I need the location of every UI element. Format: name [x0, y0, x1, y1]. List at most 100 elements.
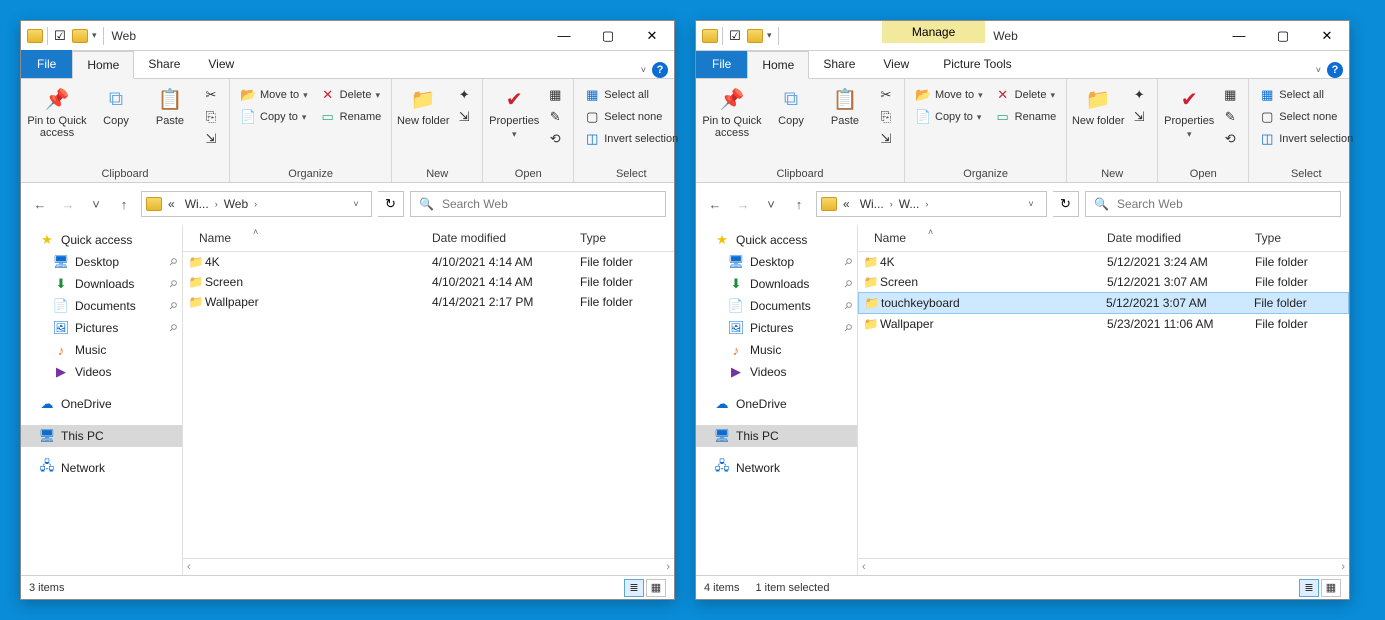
- thumbnails-view-button[interactable]: ▦: [646, 579, 666, 597]
- details-view-button[interactable]: ≣: [1299, 579, 1319, 597]
- sidebar-network[interactable]: 🖧Network: [696, 457, 857, 479]
- paste-button[interactable]: 📋 Paste: [818, 83, 872, 127]
- properties-button[interactable]: ✔ Properties ▾: [1162, 83, 1216, 140]
- list-item[interactable]: 📁Wallpaper5/23/2021 11:06 AMFile folder: [858, 314, 1349, 334]
- copy-button[interactable]: ⧉ Copy: [764, 83, 818, 127]
- copy-path-button[interactable]: ⎘: [874, 107, 898, 127]
- search-input[interactable]: 🔍 Search Web: [1085, 191, 1341, 217]
- tab-view[interactable]: View: [869, 50, 923, 78]
- history-button[interactable]: ⟲: [1218, 129, 1242, 149]
- col-name[interactable]: Name: [862, 231, 1107, 245]
- col-type[interactable]: Type: [1255, 231, 1345, 245]
- qat-new-folder-icon[interactable]: [747, 29, 763, 43]
- sidebar-item-downloads[interactable]: ⬇Downloads⚲: [696, 273, 857, 295]
- rename-button[interactable]: ▭Rename: [991, 107, 1061, 127]
- address-bar[interactable]: « Wi... › Web › ˅: [141, 191, 372, 217]
- qat-customize-icon[interactable]: ▾: [92, 30, 97, 41]
- paste-shortcut-button[interactable]: ⇲: [874, 129, 898, 149]
- sidebar-network[interactable]: 🖧Network: [21, 457, 182, 479]
- sidebar-item-videos[interactable]: ▶Videos: [21, 361, 182, 383]
- tab-view[interactable]: View: [194, 50, 248, 78]
- tab-file[interactable]: File: [696, 50, 747, 78]
- history-dropdown[interactable]: ˅: [760, 193, 782, 215]
- list-item[interactable]: 📁Screen4/10/2021 4:14 AMFile folder: [183, 272, 674, 292]
- thumbnails-view-button[interactable]: ▦: [1321, 579, 1341, 597]
- sidebar-item-downloads[interactable]: ⬇Downloads⚲: [21, 273, 182, 295]
- copy-button[interactable]: ⧉ Copy: [89, 83, 143, 127]
- tab-file[interactable]: File: [21, 50, 72, 78]
- details-view-button[interactable]: ≣: [624, 579, 644, 597]
- history-dropdown[interactable]: ˅: [85, 193, 107, 215]
- select-none-button[interactable]: ▢Select none: [1255, 107, 1357, 127]
- ribbon-collapse-icon[interactable]: ˅: [641, 65, 646, 75]
- sidebar-item-documents[interactable]: 📄Documents⚲: [696, 295, 857, 317]
- close-button[interactable]: ✕: [630, 22, 674, 50]
- list-item[interactable]: 📁4K5/12/2021 3:24 AMFile folder: [858, 252, 1349, 272]
- copy-to-button[interactable]: 📄Copy to▾: [911, 107, 987, 127]
- maximize-button[interactable]: ▢: [586, 22, 630, 50]
- refresh-button[interactable]: ↻: [1053, 191, 1079, 217]
- sidebar-item-pictures[interactable]: 🖼Pictures⚲: [696, 317, 857, 339]
- rename-button[interactable]: ▭Rename: [316, 107, 386, 127]
- ribbon-collapse-icon[interactable]: ˅: [1316, 65, 1321, 75]
- list-item[interactable]: 📁Screen5/12/2021 3:07 AMFile folder: [858, 272, 1349, 292]
- minimize-button[interactable]: —: [542, 22, 586, 50]
- sidebar-item-documents[interactable]: 📄Documents⚲: [21, 295, 182, 317]
- address-dropdown-icon[interactable]: ˅: [345, 199, 367, 209]
- select-all-button[interactable]: ▦Select all: [1255, 85, 1357, 105]
- cut-button[interactable]: ✂: [199, 85, 223, 105]
- delete-button[interactable]: ✕Delete▾: [991, 85, 1061, 105]
- forward-button[interactable]: →: [732, 193, 754, 215]
- contextual-tab-header[interactable]: Manage: [882, 21, 985, 43]
- sidebar-quick-access[interactable]: ★Quick access: [696, 229, 857, 251]
- list-item[interactable]: 📁4K4/10/2021 4:14 AMFile folder: [183, 252, 674, 272]
- tab-share[interactable]: Share: [134, 50, 194, 78]
- new-item-button[interactable]: ✦: [452, 85, 476, 105]
- invert-selection-button[interactable]: ◫Invert selection: [1255, 129, 1357, 149]
- sidebar-onedrive[interactable]: ☁OneDrive: [21, 393, 182, 415]
- new-folder-button[interactable]: 📁 New folder: [1071, 83, 1125, 127]
- qat-new-folder-icon[interactable]: [72, 29, 88, 43]
- horizontal-scrollbar[interactable]: ‹›: [183, 558, 674, 575]
- sidebar-item-videos[interactable]: ▶Videos: [696, 361, 857, 383]
- qat-properties-icon[interactable]: ☑: [727, 28, 743, 44]
- list-item[interactable]: 📁Wallpaper4/14/2021 2:17 PMFile folder: [183, 292, 674, 312]
- tab-picture-tools[interactable]: Picture Tools: [929, 50, 1025, 78]
- qat-properties-icon[interactable]: ☑: [52, 28, 68, 44]
- column-headers[interactable]: ˄ Name Date modified Type: [183, 225, 674, 252]
- up-button[interactable]: ↑: [113, 193, 135, 215]
- cut-button[interactable]: ✂: [874, 85, 898, 105]
- forward-button[interactable]: →: [57, 193, 79, 215]
- address-dropdown-icon[interactable]: ˅: [1020, 199, 1042, 209]
- pin-quick-access-button[interactable]: 📌 Pin to Quick access: [25, 83, 89, 139]
- refresh-button[interactable]: ↻: [378, 191, 404, 217]
- col-date[interactable]: Date modified: [1107, 231, 1255, 245]
- invert-selection-button[interactable]: ◫Invert selection: [580, 129, 682, 149]
- back-button[interactable]: ←: [704, 193, 726, 215]
- tab-home[interactable]: Home: [72, 51, 134, 79]
- copy-path-button[interactable]: ⎘: [199, 107, 223, 127]
- tab-share[interactable]: Share: [809, 50, 869, 78]
- select-none-button[interactable]: ▢Select none: [580, 107, 682, 127]
- edit-button[interactable]: ✎: [543, 107, 567, 127]
- maximize-button[interactable]: ▢: [1261, 22, 1305, 50]
- help-icon[interactable]: ?: [652, 62, 668, 78]
- paste-shortcut-button[interactable]: ⇲: [199, 129, 223, 149]
- address-bar[interactable]: « Wi... › W... › ˅: [816, 191, 1047, 217]
- sidebar-item-desktop[interactable]: 🖥Desktop⚲: [696, 251, 857, 273]
- sidebar-this-pc[interactable]: 🖥This PC: [696, 425, 857, 447]
- column-headers[interactable]: ˄ Name Date modified Type: [858, 225, 1349, 252]
- easy-access-button[interactable]: ⇲: [452, 107, 476, 127]
- col-name[interactable]: Name: [187, 231, 432, 245]
- tab-home[interactable]: Home: [747, 51, 809, 79]
- move-to-button[interactable]: 📂Move to▾: [236, 85, 312, 105]
- delete-button[interactable]: ✕Delete▾: [316, 85, 386, 105]
- open-button[interactable]: ▦: [543, 85, 567, 105]
- minimize-button[interactable]: —: [1217, 22, 1261, 50]
- horizontal-scrollbar[interactable]: ‹›: [858, 558, 1349, 575]
- pin-quick-access-button[interactable]: 📌 Pin to Quick access: [700, 83, 764, 139]
- sidebar-item-desktop[interactable]: 🖥Desktop⚲: [21, 251, 182, 273]
- history-button[interactable]: ⟲: [543, 129, 567, 149]
- new-item-button[interactable]: ✦: [1127, 85, 1151, 105]
- sidebar-item-pictures[interactable]: 🖼Pictures⚲: [21, 317, 182, 339]
